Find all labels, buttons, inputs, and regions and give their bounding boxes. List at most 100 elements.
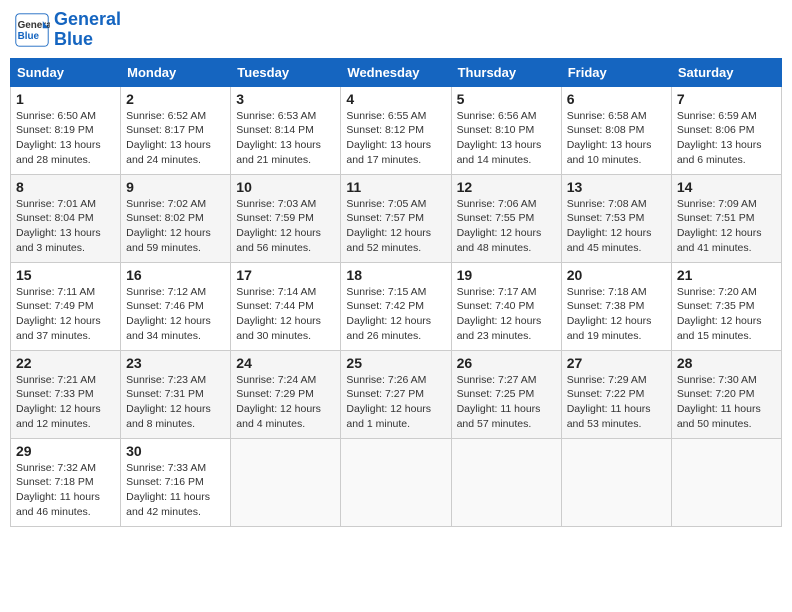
day-cell: 1 Sunrise: 6:50 AMSunset: 8:19 PMDayligh… xyxy=(11,86,121,174)
day-info: Sunrise: 7:03 AMSunset: 7:59 PMDaylight:… xyxy=(236,197,335,256)
day-info: Sunrise: 7:14 AMSunset: 7:44 PMDaylight:… xyxy=(236,285,335,344)
day-cell: 15 Sunrise: 7:11 AMSunset: 7:49 PMDaylig… xyxy=(11,262,121,350)
day-cell: 4 Sunrise: 6:55 AMSunset: 8:12 PMDayligh… xyxy=(341,86,451,174)
week-row-1: 1 Sunrise: 6:50 AMSunset: 8:19 PMDayligh… xyxy=(11,86,782,174)
day-info: Sunrise: 7:02 AMSunset: 8:02 PMDaylight:… xyxy=(126,197,225,256)
day-cell: 21 Sunrise: 7:20 AMSunset: 7:35 PMDaylig… xyxy=(671,262,781,350)
weekday-header-sunday: Sunday xyxy=(11,58,121,86)
weekday-header-tuesday: Tuesday xyxy=(231,58,341,86)
day-number: 22 xyxy=(16,355,115,371)
day-cell: 12 Sunrise: 7:06 AMSunset: 7:55 PMDaylig… xyxy=(451,174,561,262)
logo: General Blue GeneralBlue xyxy=(14,10,121,50)
week-row-2: 8 Sunrise: 7:01 AMSunset: 8:04 PMDayligh… xyxy=(11,174,782,262)
day-cell: 11 Sunrise: 7:05 AMSunset: 7:57 PMDaylig… xyxy=(341,174,451,262)
day-number: 21 xyxy=(677,267,776,283)
day-cell: 13 Sunrise: 7:08 AMSunset: 7:53 PMDaylig… xyxy=(561,174,671,262)
day-cell: 6 Sunrise: 6:58 AMSunset: 8:08 PMDayligh… xyxy=(561,86,671,174)
day-number: 7 xyxy=(677,91,776,107)
day-cell: 20 Sunrise: 7:18 AMSunset: 7:38 PMDaylig… xyxy=(561,262,671,350)
day-number: 10 xyxy=(236,179,335,195)
day-cell: 26 Sunrise: 7:27 AMSunset: 7:25 PMDaylig… xyxy=(451,350,561,438)
day-info: Sunrise: 7:21 AMSunset: 7:33 PMDaylight:… xyxy=(16,373,115,432)
weekday-header-friday: Friday xyxy=(561,58,671,86)
day-number: 27 xyxy=(567,355,666,371)
day-cell: 29 Sunrise: 7:32 AMSunset: 7:18 PMDaylig… xyxy=(11,438,121,526)
day-info: Sunrise: 6:50 AMSunset: 8:19 PMDaylight:… xyxy=(16,109,115,168)
day-info: Sunrise: 7:15 AMSunset: 7:42 PMDaylight:… xyxy=(346,285,445,344)
day-info: Sunrise: 6:52 AMSunset: 8:17 PMDaylight:… xyxy=(126,109,225,168)
day-cell: 9 Sunrise: 7:02 AMSunset: 8:02 PMDayligh… xyxy=(121,174,231,262)
day-cell: 17 Sunrise: 7:14 AMSunset: 7:44 PMDaylig… xyxy=(231,262,341,350)
day-number: 18 xyxy=(346,267,445,283)
day-info: Sunrise: 7:01 AMSunset: 8:04 PMDaylight:… xyxy=(16,197,115,256)
day-cell: 28 Sunrise: 7:30 AMSunset: 7:20 PMDaylig… xyxy=(671,350,781,438)
day-number: 25 xyxy=(346,355,445,371)
day-info: Sunrise: 6:53 AMSunset: 8:14 PMDaylight:… xyxy=(236,109,335,168)
day-number: 14 xyxy=(677,179,776,195)
day-cell: 25 Sunrise: 7:26 AMSunset: 7:27 PMDaylig… xyxy=(341,350,451,438)
day-number: 13 xyxy=(567,179,666,195)
day-number: 29 xyxy=(16,443,115,459)
day-cell: 22 Sunrise: 7:21 AMSunset: 7:33 PMDaylig… xyxy=(11,350,121,438)
calendar-table: SundayMondayTuesdayWednesdayThursdayFrid… xyxy=(10,58,782,527)
day-cell xyxy=(341,438,451,526)
day-cell: 10 Sunrise: 7:03 AMSunset: 7:59 PMDaylig… xyxy=(231,174,341,262)
day-number: 5 xyxy=(457,91,556,107)
week-row-4: 22 Sunrise: 7:21 AMSunset: 7:33 PMDaylig… xyxy=(11,350,782,438)
header: General Blue GeneralBlue xyxy=(10,10,782,50)
day-cell xyxy=(451,438,561,526)
logo-icon: General Blue xyxy=(14,12,50,48)
day-cell: 24 Sunrise: 7:24 AMSunset: 7:29 PMDaylig… xyxy=(231,350,341,438)
day-cell: 7 Sunrise: 6:59 AMSunset: 8:06 PMDayligh… xyxy=(671,86,781,174)
day-number: 30 xyxy=(126,443,225,459)
day-info: Sunrise: 7:26 AMSunset: 7:27 PMDaylight:… xyxy=(346,373,445,432)
day-cell: 27 Sunrise: 7:29 AMSunset: 7:22 PMDaylig… xyxy=(561,350,671,438)
week-row-5: 29 Sunrise: 7:32 AMSunset: 7:18 PMDaylig… xyxy=(11,438,782,526)
day-cell: 5 Sunrise: 6:56 AMSunset: 8:10 PMDayligh… xyxy=(451,86,561,174)
day-number: 24 xyxy=(236,355,335,371)
day-info: Sunrise: 7:33 AMSunset: 7:16 PMDaylight:… xyxy=(126,461,225,520)
day-number: 23 xyxy=(126,355,225,371)
weekday-header-saturday: Saturday xyxy=(671,58,781,86)
logo-text: GeneralBlue xyxy=(54,10,121,50)
day-number: 3 xyxy=(236,91,335,107)
day-info: Sunrise: 7:23 AMSunset: 7:31 PMDaylight:… xyxy=(126,373,225,432)
day-cell xyxy=(231,438,341,526)
day-cell: 18 Sunrise: 7:15 AMSunset: 7:42 PMDaylig… xyxy=(341,262,451,350)
day-info: Sunrise: 7:17 AMSunset: 7:40 PMDaylight:… xyxy=(457,285,556,344)
day-info: Sunrise: 7:27 AMSunset: 7:25 PMDaylight:… xyxy=(457,373,556,432)
day-info: Sunrise: 7:11 AMSunset: 7:49 PMDaylight:… xyxy=(16,285,115,344)
day-number: 20 xyxy=(567,267,666,283)
day-number: 15 xyxy=(16,267,115,283)
day-info: Sunrise: 6:56 AMSunset: 8:10 PMDaylight:… xyxy=(457,109,556,168)
day-cell: 2 Sunrise: 6:52 AMSunset: 8:17 PMDayligh… xyxy=(121,86,231,174)
day-info: Sunrise: 7:24 AMSunset: 7:29 PMDaylight:… xyxy=(236,373,335,432)
day-info: Sunrise: 6:55 AMSunset: 8:12 PMDaylight:… xyxy=(346,109,445,168)
day-number: 28 xyxy=(677,355,776,371)
day-cell: 23 Sunrise: 7:23 AMSunset: 7:31 PMDaylig… xyxy=(121,350,231,438)
day-cell: 16 Sunrise: 7:12 AMSunset: 7:46 PMDaylig… xyxy=(121,262,231,350)
day-info: Sunrise: 7:20 AMSunset: 7:35 PMDaylight:… xyxy=(677,285,776,344)
weekday-header-monday: Monday xyxy=(121,58,231,86)
day-info: Sunrise: 7:12 AMSunset: 7:46 PMDaylight:… xyxy=(126,285,225,344)
day-info: Sunrise: 7:30 AMSunset: 7:20 PMDaylight:… xyxy=(677,373,776,432)
day-number: 1 xyxy=(16,91,115,107)
day-cell: 8 Sunrise: 7:01 AMSunset: 8:04 PMDayligh… xyxy=(11,174,121,262)
day-info: Sunrise: 7:32 AMSunset: 7:18 PMDaylight:… xyxy=(16,461,115,520)
day-number: 6 xyxy=(567,91,666,107)
day-cell: 14 Sunrise: 7:09 AMSunset: 7:51 PMDaylig… xyxy=(671,174,781,262)
day-number: 11 xyxy=(346,179,445,195)
weekday-header-thursday: Thursday xyxy=(451,58,561,86)
day-info: Sunrise: 6:58 AMSunset: 8:08 PMDaylight:… xyxy=(567,109,666,168)
day-cell xyxy=(561,438,671,526)
day-number: 12 xyxy=(457,179,556,195)
day-number: 8 xyxy=(16,179,115,195)
day-cell: 19 Sunrise: 7:17 AMSunset: 7:40 PMDaylig… xyxy=(451,262,561,350)
day-info: Sunrise: 7:05 AMSunset: 7:57 PMDaylight:… xyxy=(346,197,445,256)
day-number: 2 xyxy=(126,91,225,107)
week-row-3: 15 Sunrise: 7:11 AMSunset: 7:49 PMDaylig… xyxy=(11,262,782,350)
day-cell: 30 Sunrise: 7:33 AMSunset: 7:16 PMDaylig… xyxy=(121,438,231,526)
weekday-header-wednesday: Wednesday xyxy=(341,58,451,86)
day-info: Sunrise: 6:59 AMSunset: 8:06 PMDaylight:… xyxy=(677,109,776,168)
day-info: Sunrise: 7:08 AMSunset: 7:53 PMDaylight:… xyxy=(567,197,666,256)
